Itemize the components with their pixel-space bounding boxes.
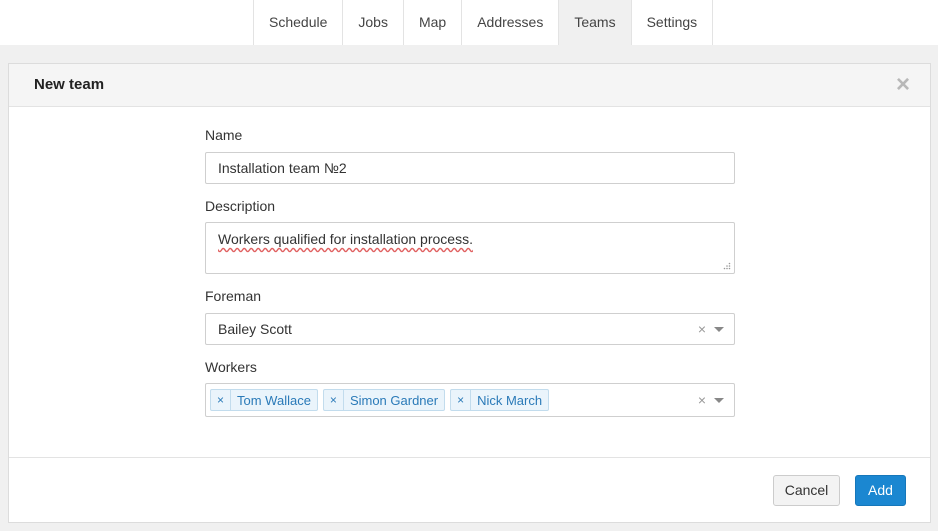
tab-schedule[interactable]: Schedule: [254, 0, 344, 45]
workers-tags: × Tom Wallace × Simon Gardner × Nick Mar…: [210, 389, 550, 411]
remove-tag-icon[interactable]: ×: [451, 390, 472, 410]
cancel-button[interactable]: Cancel: [773, 475, 840, 506]
remove-tag-icon[interactable]: ×: [324, 390, 344, 410]
chevron-down-icon[interactable]: [714, 327, 724, 332]
modal-footer: Cancel Add: [9, 457, 930, 523]
description-field[interactable]: Workers qualified for installation proce…: [205, 222, 735, 274]
clear-icon[interactable]: ×: [698, 384, 706, 416]
new-team-modal: New team × Name Description Workers qual…: [8, 63, 931, 523]
description-textarea-value: Workers qualified for installation proce…: [218, 231, 473, 247]
resize-handle-icon[interactable]: [723, 262, 731, 270]
worker-tag: × Simon Gardner: [322, 389, 446, 411]
close-icon[interactable]: ×: [894, 73, 912, 97]
name-label: Name: [205, 127, 243, 143]
description-label: Description: [205, 198, 276, 214]
modal-title: New team: [34, 76, 105, 93]
worker-tag: × Tom Wallace: [210, 389, 318, 411]
remove-tag-icon[interactable]: ×: [211, 390, 231, 410]
tab-settings[interactable]: Settings: [632, 0, 714, 45]
workers-label: Workers: [205, 359, 257, 375]
foreman-selected-value: Bailey Scott: [218, 321, 292, 337]
chevron-down-icon[interactable]: [714, 398, 724, 403]
worker-tag-label: Tom Wallace: [237, 392, 311, 408]
foreman-label: Foreman: [205, 288, 262, 304]
modal-header: New team ×: [9, 64, 930, 107]
tab-addresses[interactable]: Addresses: [462, 0, 560, 45]
worker-tag-label: Simon Gardner: [349, 392, 439, 408]
nav-tabs: Schedule Jobs Map Addresses Teams Settin…: [253, 0, 714, 45]
name-field-wrapper: [205, 152, 735, 184]
add-button[interactable]: Add: [855, 475, 906, 506]
worker-tag-label: Nick March: [477, 392, 543, 408]
worker-tag: × Nick March: [450, 389, 550, 411]
workers-multiselect[interactable]: × Tom Wallace × Simon Gardner × Nick Mar…: [205, 383, 735, 417]
foreman-select[interactable]: Bailey Scott ×: [205, 313, 735, 345]
tab-map[interactable]: Map: [404, 0, 463, 45]
top-navigation: Schedule Jobs Map Addresses Teams Settin…: [0, 0, 938, 45]
clear-icon[interactable]: ×: [698, 314, 706, 344]
tab-teams[interactable]: Teams: [559, 0, 632, 45]
name-input[interactable]: [206, 153, 734, 183]
tab-jobs[interactable]: Jobs: [343, 0, 404, 45]
